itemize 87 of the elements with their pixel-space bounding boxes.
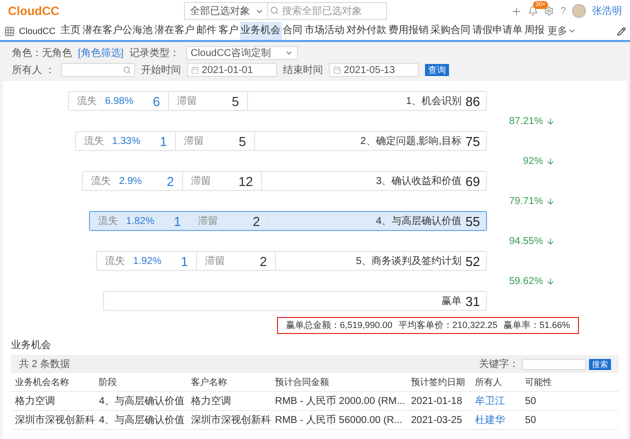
table-cell-text: 深圳市深视创新科: [191, 414, 272, 427]
section-title: 业务机会: [11, 338, 52, 352]
role-filter-link[interactable]: [角色筛选]: [78, 46, 124, 60]
table-cell-text: 4、与高层确认价值: [99, 414, 186, 427]
calendar-icon: [332, 66, 341, 74]
funnel-stage[interactable]: 流失 6.98% 6 滞留 5 1、机会识别 86: [68, 91, 487, 111]
nav-tab[interactable]: 周报: [524, 22, 546, 40]
nav-tab[interactable]: 业务机会: [240, 22, 282, 40]
avatar[interactable]: [572, 4, 586, 18]
column-header: 所有人: [475, 376, 503, 388]
logo: CloudCC: [8, 4, 60, 18]
column-header: 客户名称: [191, 376, 228, 388]
record-count: 共 2 条数据: [19, 358, 70, 371]
pencil-icon[interactable]: [617, 26, 626, 36]
nav-tab[interactable]: 潜在客户: [154, 22, 196, 40]
owner-field[interactable]: [60, 63, 135, 77]
nav-tab[interactable]: 邮件: [196, 22, 218, 40]
funnel-stage[interactable]: 流失 1.92% 1 滞留 2 5、商务谈判及签约计划 52: [96, 251, 487, 271]
end-date-field[interactable]: 2021-05-13: [328, 63, 419, 77]
keyword-label: 关键字：: [479, 358, 519, 371]
funnel-stage[interactable]: 流失 1.82% 1 滞留 2 4、与高层确认价值 55: [89, 211, 487, 231]
funnel-stage[interactable]: 流失 2.9% 2 滞留 12 3、确认收益和价值 69: [82, 171, 487, 191]
table-cell-text: 格力空调: [191, 394, 232, 408]
conversion-rate: 59.62%: [509, 276, 543, 286]
conversion-rate: 87.21%: [509, 116, 543, 126]
down-arrow-icon: [546, 236, 555, 246]
table-cell-text: 50: [525, 396, 538, 406]
table-cell-text: 格力空调: [15, 394, 56, 408]
nav-tab[interactable]: 采购合同: [430, 22, 472, 40]
table-cell-text: 2021-01-18: [411, 396, 464, 406]
app-launcher-icon[interactable]: [4, 26, 15, 36]
query-button[interactable]: 查询: [424, 64, 449, 76]
owner-label: 所有人 ：: [12, 64, 55, 77]
start-date-label: 开始时间: [140, 64, 181, 77]
funnel-stage[interactable]: 赢单 31: [103, 291, 487, 311]
keyword-field[interactable]: [522, 358, 586, 370]
nav-tab[interactable]: 客户: [218, 22, 240, 40]
search-field[interactable]: 搜索全部已选对象: [267, 2, 387, 20]
caret-icon: [284, 49, 293, 57]
nav-tab[interactable]: 对外付款: [346, 22, 388, 40]
table-cell-text: 50: [525, 414, 538, 426]
nav-tab[interactable]: 请假申请单: [472, 22, 524, 40]
table-cell-text: 4、与高层确认价值: [99, 394, 186, 408]
table-cell-text: RMB - 人民币 56000.00 (R...: [275, 414, 404, 427]
down-arrow-icon: [546, 156, 555, 166]
more-menu[interactable]: 更多: [546, 22, 578, 40]
start-date-field[interactable]: 2021-01-01: [186, 63, 277, 77]
settings-icon[interactable]: [544, 6, 554, 16]
column-header: 可能性: [525, 376, 553, 388]
nav-tab[interactable]: 市场活动: [304, 22, 346, 40]
column-header: 阶段: [99, 376, 118, 388]
funnel-stage[interactable]: 流失 1.33% 1 滞留 5 2、确定问题,影响,目标 75: [75, 131, 487, 151]
down-arrow-icon: [546, 116, 555, 126]
app-name: CloudCC: [19, 26, 56, 36]
down-arrow-icon: [546, 276, 555, 286]
role-label: 角色：无角色: [12, 47, 72, 60]
search-icon: [122, 66, 131, 74]
table-cell-text: 深圳市深视创新科: [15, 414, 96, 427]
summary-stat: 平均客单价：210,322.25: [398, 319, 498, 332]
end-date-label: 结束时间: [282, 64, 323, 77]
table-cell-text: 2021-03-25: [411, 414, 464, 426]
column-header: 预计合同金额: [275, 376, 330, 388]
summary-stat: 赢单率：51.66%: [503, 319, 570, 332]
owner-link[interactable]: 杜建华: [475, 413, 525, 427]
column-header: 预计签约日期: [411, 376, 466, 388]
nav-tab[interactable]: 潜在客户公海池: [82, 22, 154, 40]
conversion-rate: 92%: [522, 156, 543, 166]
nav-tab[interactable]: 合同: [282, 22, 304, 40]
owner-link[interactable]: 牟卫江: [475, 394, 525, 408]
down-arrow-icon: [546, 196, 555, 206]
summary-stat: 赢单总金额：6,519,990.00: [286, 319, 392, 332]
search-icon: [270, 6, 279, 15]
search-scope-select[interactable]: 全部已选对象: [184, 2, 268, 20]
search-button[interactable]: 搜索: [589, 358, 611, 370]
bell-icon[interactable]: [528, 6, 538, 16]
conversion-rate: 94.55%: [509, 236, 543, 246]
nav-tab[interactable]: 主页: [60, 22, 82, 40]
user-name[interactable]: 张浩明: [592, 4, 622, 18]
caret-icon: [568, 27, 576, 35]
record-type-select[interactable]: CloudCC咨询定制: [186, 46, 298, 60]
record-type-label: 记录类型：: [130, 46, 180, 60]
table-cell-text: RMB - 人民币 2000.00 (RM...: [275, 394, 406, 408]
conversion-rate: 79.71%: [509, 196, 543, 206]
column-header: 业务机会名称: [15, 376, 70, 388]
calendar-icon: [190, 66, 199, 74]
nav-tab[interactable]: 费用报销: [388, 22, 430, 40]
add-icon[interactable]: [511, 6, 522, 16]
